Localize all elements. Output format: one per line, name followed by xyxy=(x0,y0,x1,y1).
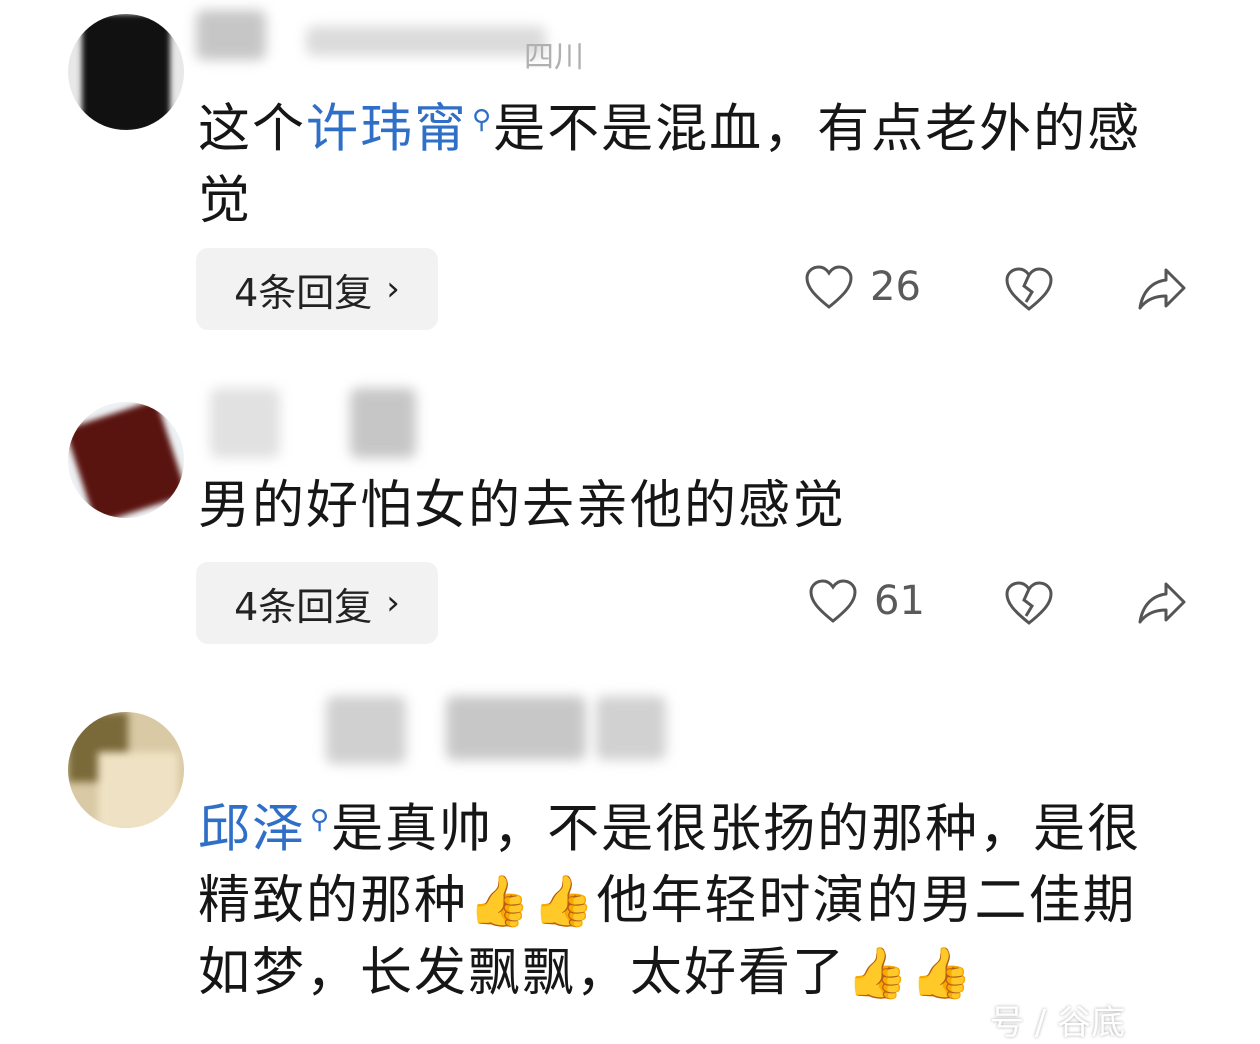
comment-text: 这个许玮甯 ⚲是不是混血，有点老外的感觉 xyxy=(198,84,1158,237)
broken-heart-icon xyxy=(1005,267,1053,311)
view-replies-button[interactable]: 4条回复 › xyxy=(196,562,438,644)
share-icon xyxy=(1138,268,1186,310)
chevron-right-icon: › xyxy=(386,269,400,309)
thumbs-up-icon: 👍 xyxy=(532,872,597,931)
comment-text: 男的好怕女的去亲他的感觉 xyxy=(198,476,847,536)
watermark: 号 / 谷底 xyxy=(990,1003,1126,1043)
share-button[interactable] xyxy=(1136,266,1188,312)
avatar[interactable] xyxy=(68,14,184,130)
thumbs-up-icon: 👍 xyxy=(910,944,975,1003)
thumbs-up-icon: 👍 xyxy=(468,872,533,931)
comment-text: 邱泽 ⚲是真帅，不是很张扬的那种，是很精致的那种👍👍他年轻时演的男二佳期如梦，长发… xyxy=(198,784,1158,1009)
username-blurred[interactable] xyxy=(196,378,456,468)
like-count: 26 xyxy=(870,264,921,310)
reply-count-label: 4条回复 xyxy=(234,584,373,629)
chevron-right-icon: › xyxy=(386,583,400,623)
like-button[interactable]: 26 xyxy=(804,264,921,310)
heart-icon xyxy=(809,579,857,623)
dislike-button[interactable] xyxy=(1004,266,1054,312)
share-button[interactable] xyxy=(1136,580,1188,626)
location-label: 四川 xyxy=(524,40,584,75)
thumbs-up-icon: 👍 xyxy=(846,944,911,1003)
search-icon[interactable]: ⚲ xyxy=(310,805,331,835)
share-icon xyxy=(1138,582,1186,624)
reply-count-label: 4条回复 xyxy=(234,270,373,315)
view-replies-button[interactable]: 4条回复 › xyxy=(196,248,438,330)
like-count: 61 xyxy=(874,578,925,624)
dislike-button[interactable] xyxy=(1004,580,1054,626)
search-link[interactable]: 邱泽 xyxy=(198,799,306,859)
broken-heart-icon xyxy=(1005,581,1053,625)
username-blurred[interactable] xyxy=(196,690,836,770)
heart-icon xyxy=(805,265,853,309)
avatar[interactable] xyxy=(68,712,184,828)
search-icon[interactable]: ⚲ xyxy=(472,105,493,135)
comment-text-prefix: 这个 xyxy=(198,99,307,160)
search-link[interactable]: 许玮甯 xyxy=(306,99,468,159)
like-button[interactable]: 61 xyxy=(808,578,925,624)
avatar[interactable] xyxy=(68,402,184,518)
